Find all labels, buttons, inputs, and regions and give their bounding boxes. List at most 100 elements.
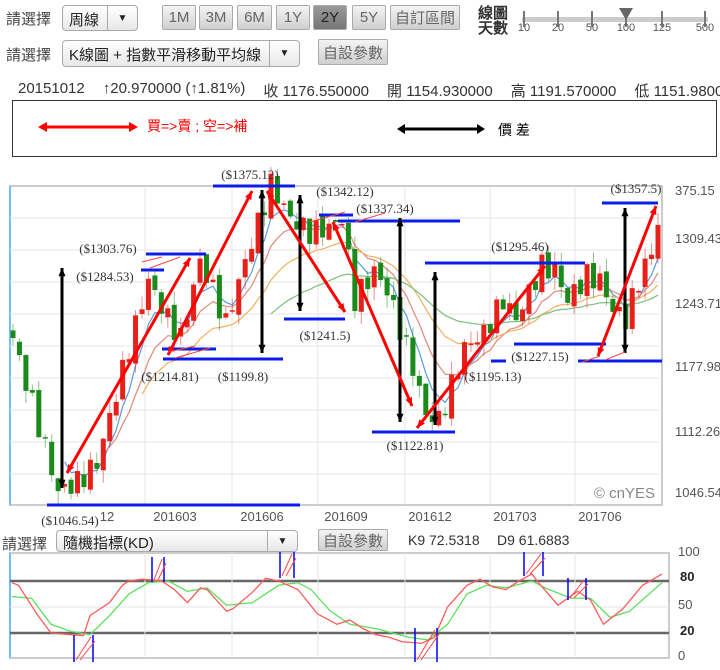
candle-body <box>571 284 577 307</box>
candle-body <box>474 342 480 345</box>
legend-box: 買=>賣 ; 空=>補 價 差 <box>12 100 717 157</box>
select-label: 請選擇 <box>6 11 52 28</box>
candle-body <box>94 463 100 469</box>
y-tick-label: 375.15 <box>675 183 715 198</box>
slider-tick-label: 10 <box>517 22 531 34</box>
price-annotation-label: ($1303.76) <box>79 241 136 256</box>
open-label: 開 <box>387 83 403 100</box>
price-annotation-label: ($1046.54) <box>41 513 98 528</box>
candle-body <box>326 223 332 240</box>
range-button-6M[interactable]: 6M <box>237 5 272 30</box>
low-label: 低 <box>634 83 650 100</box>
candle-body <box>75 471 80 494</box>
black-double-arrow-icon <box>397 124 485 134</box>
kd-y-tick-label: 20 <box>680 623 694 638</box>
range-button-自訂區間[interactable]: 自訂區間 <box>390 5 460 30</box>
chart-type-select[interactable]: K線圖 + 指數平滑移動平均線 ▼ <box>62 40 300 67</box>
candle-body <box>649 254 655 260</box>
red-double-arrow-icon <box>38 122 138 132</box>
candle-body <box>423 383 429 416</box>
x-tick-label: 201703 <box>493 509 536 524</box>
candle-body <box>416 375 422 386</box>
range-button-1Y[interactable]: 1Y <box>276 5 310 30</box>
price-annotation-label: ($1241.5) <box>300 328 351 343</box>
range-button-5Y[interactable]: 5Y <box>352 5 386 30</box>
range-button-3M[interactable]: 3M <box>199 5 233 30</box>
candle-body <box>113 401 119 416</box>
candle-body <box>139 309 145 314</box>
legend-red-text: 買=>賣 ; 空=>補 <box>147 118 248 134</box>
candle-body <box>255 212 261 254</box>
candle-body <box>333 220 338 222</box>
candle-body <box>152 275 158 290</box>
price-annotation-label: ($1122.81) <box>387 438 444 453</box>
quote-bar: 20151012 ↑20.970000 (↑1.81%) 收 1176.5500… <box>18 80 720 101</box>
candle-body <box>36 390 42 438</box>
price-annotation-label: ($1295.46) <box>491 239 548 254</box>
candle-body <box>345 222 351 250</box>
candle-body <box>29 390 35 393</box>
period-select[interactable]: 周線 ▼ <box>62 5 138 31</box>
candle-body <box>249 248 255 262</box>
price-annotation-label: ($1375.12) <box>221 167 278 182</box>
candle-body <box>578 279 584 295</box>
candle-body <box>365 277 371 290</box>
candle-body <box>223 313 229 318</box>
candle-body <box>591 263 596 289</box>
price-chart: 375.15 1309.43 1243.71 1177.98 1112.26 1046.5… <box>9 167 720 528</box>
candle-body <box>378 262 384 281</box>
kd-y-tick-label: 0 <box>678 648 685 663</box>
candle-body <box>49 441 55 476</box>
price-annotation-label: ($1284.53) <box>76 269 133 284</box>
candle-body <box>468 343 474 346</box>
candle-body <box>520 309 526 322</box>
close-value: 1176.550000 <box>282 83 370 100</box>
slider-thumb[interactable] <box>619 8 633 20</box>
candle-body <box>100 438 106 471</box>
candle-body <box>81 474 87 488</box>
candle-body <box>16 341 22 356</box>
candle-body <box>10 330 16 339</box>
candle-body <box>145 278 151 310</box>
open-value: 1154.930000 <box>406 83 493 100</box>
candle-body <box>391 294 397 301</box>
x-tick-label: 201606 <box>240 509 283 524</box>
candle-body <box>197 258 203 283</box>
close-label: 收 <box>263 83 279 100</box>
range-button-2Y[interactable]: 2Y <box>313 5 347 30</box>
x-tick-label: 201706 <box>578 509 621 524</box>
kd-chart: 100 80 50 20 0 <box>9 545 700 663</box>
candle-body <box>210 279 216 283</box>
price-annotation-label: ($1195.13) <box>465 369 522 384</box>
quote-date: 20151012 <box>18 80 85 97</box>
candle-body <box>384 278 390 296</box>
range-button-1M[interactable]: 1M <box>162 5 196 30</box>
y-tick-label: 1177.98 <box>675 359 720 374</box>
candle-body <box>281 203 287 205</box>
custom-params-button[interactable]: 自設參數 <box>318 39 388 65</box>
candle-body <box>68 479 74 494</box>
candle-body <box>642 258 648 287</box>
chevron-down-icon: ▼ <box>107 6 137 30</box>
candle-body <box>313 219 319 245</box>
price-annotation-label: ($1337.34) <box>356 201 413 216</box>
period-select-value: 周線 <box>69 12 100 29</box>
candle-body <box>307 218 313 244</box>
price-annotation-label: ($1214.81) <box>141 369 198 384</box>
kd-y-tick-label: 80 <box>680 569 694 584</box>
candle <box>255 211 261 254</box>
quote-change: ↑20.970000 (↑1.81%) <box>102 80 246 97</box>
candle-body <box>165 308 171 318</box>
days-label: 線圖 <box>478 5 509 22</box>
slider-tick-label: 20 <box>551 22 565 34</box>
candle-body <box>287 200 293 217</box>
candle-body <box>171 304 177 340</box>
candle <box>133 309 139 373</box>
candle-body <box>442 413 448 416</box>
select-label: 請選擇 <box>6 47 52 64</box>
kd-y-tick-label: 50 <box>678 597 692 612</box>
days-label: 天數 <box>478 20 509 37</box>
candle-body <box>242 259 248 278</box>
price-annotation-label: ($1342.12) <box>316 184 373 199</box>
slider-tick-label: 50 <box>585 22 599 34</box>
